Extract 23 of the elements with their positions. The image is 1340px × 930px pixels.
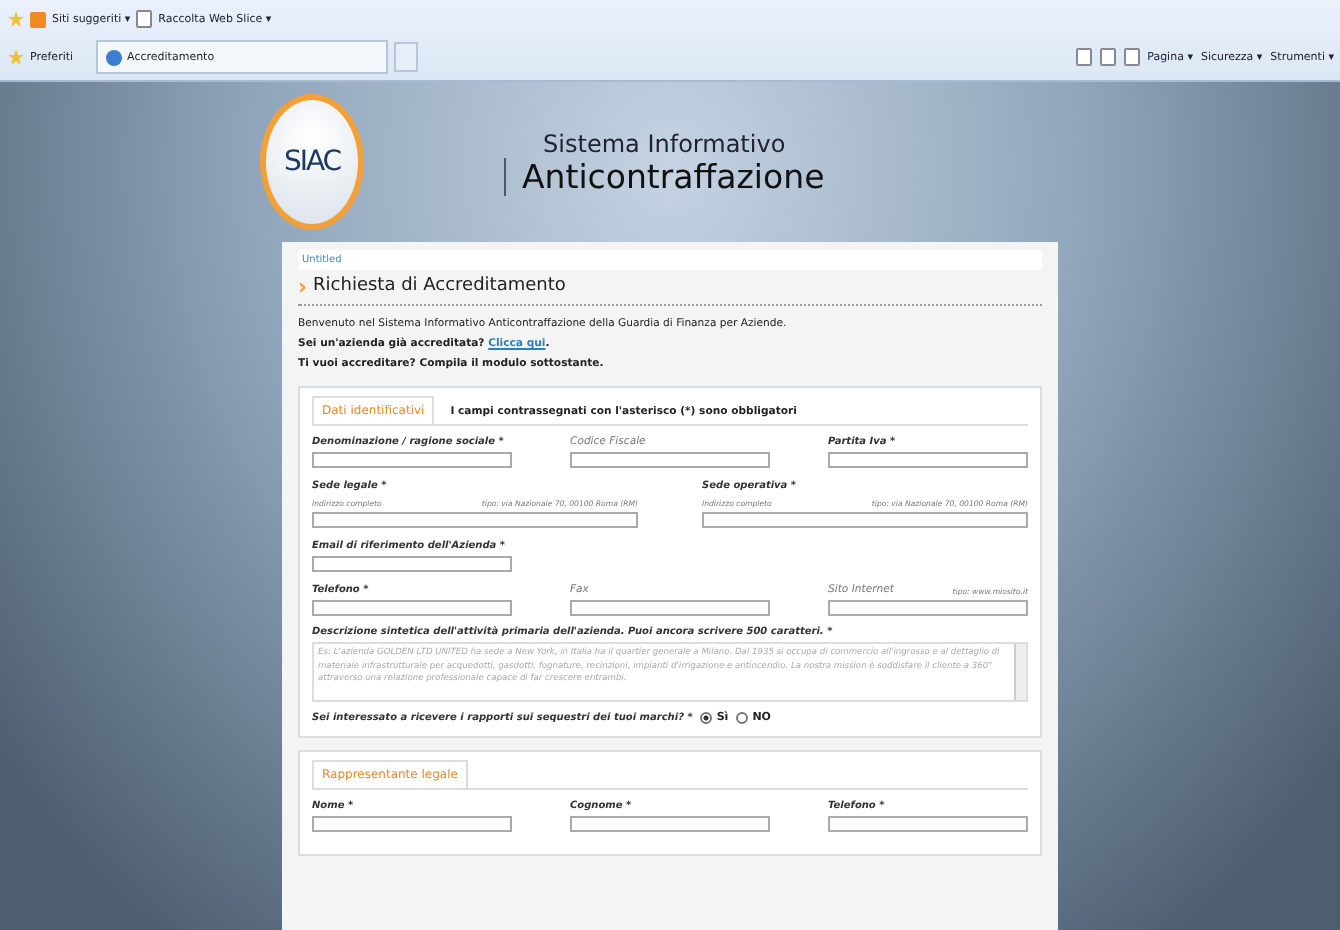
input-field[interactable] — [312, 816, 512, 832]
input-field[interactable] — [570, 816, 770, 832]
site-icon — [30, 11, 46, 27]
site-title: Anticontraffazione — [504, 157, 825, 195]
input-field[interactable] — [312, 512, 638, 528]
input-field[interactable] — [828, 452, 1028, 468]
input-field[interactable] — [702, 512, 1028, 528]
new-tab-button[interactable] — [393, 42, 418, 72]
input-field[interactable] — [312, 556, 512, 572]
radio-button[interactable] — [736, 712, 749, 724]
logo-badge: SIAC — [260, 94, 364, 230]
page-title: Richiesta di Accreditamento — [313, 276, 566, 296]
input-field[interactable] — [828, 816, 1028, 832]
globe-icon — [105, 49, 122, 65]
input-field[interactable] — [312, 600, 512, 616]
site-title: Sistema Informativo — [543, 129, 786, 157]
input-field[interactable] — [570, 452, 770, 468]
input-field[interactable] — [570, 600, 770, 616]
radio-button[interactable] — [700, 712, 713, 724]
input-field[interactable] — [312, 452, 512, 468]
scrollbar[interactable] — [1014, 644, 1026, 700]
chevron-icon: › — [298, 277, 308, 295]
input-field[interactable] — [828, 600, 1028, 616]
